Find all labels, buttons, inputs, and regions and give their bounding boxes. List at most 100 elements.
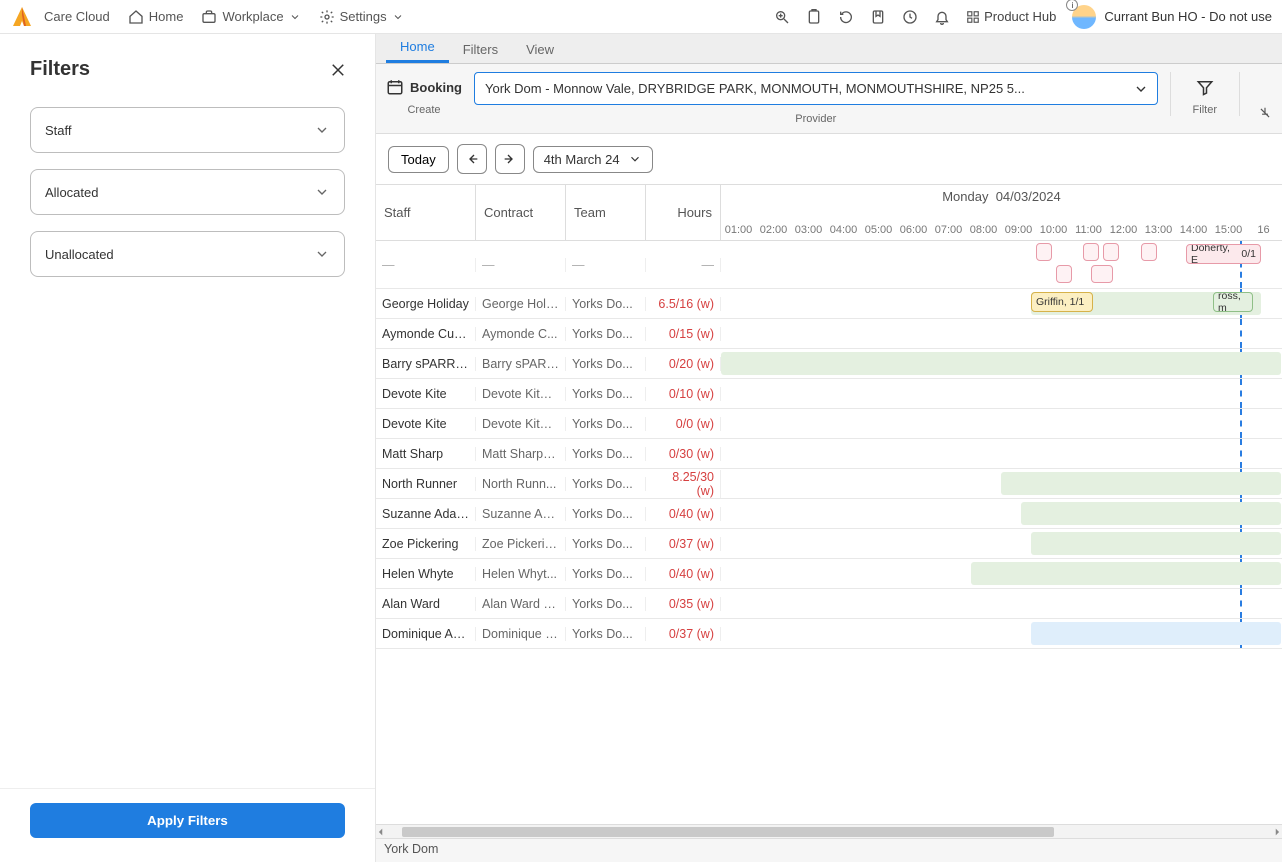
- next-day-button[interactable]: [495, 144, 525, 174]
- col-hours: Hours: [646, 185, 721, 240]
- main-panel: Home Filters View Booking Create York Do…: [376, 34, 1282, 862]
- staff-row[interactable]: Aymonde Cuck... Aymonde C... Yorks Do...…: [376, 319, 1282, 349]
- prev-day-button[interactable]: [457, 144, 487, 174]
- cell-contract: Zoe Pickerin...: [476, 537, 566, 551]
- close-icon[interactable]: [329, 61, 347, 79]
- staff-row[interactable]: Dominique Acre Dominique .... Yorks Do..…: [376, 619, 1282, 649]
- cell-team: Yorks Do...: [566, 327, 646, 341]
- staff-row[interactable]: George Holiday George Holi... Yorks Do..…: [376, 289, 1282, 319]
- cell-hours: 6.5/16 (w): [646, 297, 721, 311]
- apply-filters-button[interactable]: Apply Filters: [30, 803, 345, 838]
- staff-row[interactable]: Zoe Pickering Zoe Pickerin... Yorks Do..…: [376, 529, 1282, 559]
- booking-chip[interactable]: [1141, 243, 1157, 261]
- arrow-left-icon: [464, 151, 480, 167]
- booking-chip-doherty[interactable]: Doherty, E 0/1: [1186, 244, 1261, 264]
- cell-contract: Suzanne Ad...: [476, 507, 566, 521]
- staff-row[interactable]: Alan Ward Alan Ward - ... Yorks Do... 0/…: [376, 589, 1282, 619]
- briefcase-icon: [201, 9, 217, 25]
- cell-contract: Matt Sharp - ...: [476, 447, 566, 461]
- cell-hours: 0/37 (w): [646, 537, 721, 551]
- availability-bar[interactable]: [1031, 622, 1281, 645]
- col-team: Team: [566, 185, 646, 240]
- staff-row[interactable]: North Runner North Runn... Yorks Do... 8…: [376, 469, 1282, 499]
- cell-team: Yorks Do...: [566, 597, 646, 611]
- nav-settings[interactable]: Settings: [319, 9, 404, 25]
- staff-row[interactable]: Devote Kite Devote Kite -... Yorks Do...…: [376, 409, 1282, 439]
- staff-row[interactable]: Devote Kite Devote Kite -... Yorks Do...…: [376, 379, 1282, 409]
- tab-view[interactable]: View: [512, 36, 568, 63]
- cell-staff: Aymonde Cuck...: [376, 327, 476, 341]
- chevron-down-icon: [314, 122, 330, 138]
- cell-staff: Suzanne Adams: [376, 507, 476, 521]
- cell-staff: Dominique Acre: [376, 627, 476, 641]
- scroll-thumb[interactable]: [402, 827, 1054, 837]
- cell-staff: Helen Whyte: [376, 567, 476, 581]
- cell-hours: 0/0 (w): [646, 417, 721, 431]
- zoom-icon[interactable]: [774, 9, 790, 25]
- filter-group-unallocated[interactable]: Unallocated: [30, 231, 345, 277]
- date-picker[interactable]: 4th March 24: [533, 146, 653, 173]
- cell-hours: 0/40 (w): [646, 567, 721, 581]
- cell-hours: 0/37 (w): [646, 627, 721, 641]
- nav-workplace[interactable]: Workplace: [201, 9, 300, 25]
- cell-team: Yorks Do...: [566, 297, 646, 311]
- availability-bar[interactable]: [1021, 502, 1281, 525]
- cell-staff: North Runner: [376, 477, 476, 491]
- availability-bar[interactable]: [971, 562, 1281, 585]
- cell-staff: Matt Sharp: [376, 447, 476, 461]
- staff-row[interactable]: Suzanne Adams Suzanne Ad... Yorks Do... …: [376, 499, 1282, 529]
- horizontal-scrollbar[interactable]: [376, 824, 1282, 838]
- user-name[interactable]: Currant Bun HO - Do not use: [1104, 9, 1272, 24]
- availability-bar[interactable]: [1001, 472, 1281, 495]
- booking-chip[interactable]: Griffin, 1/1: [1031, 292, 1093, 312]
- scroll-left-icon[interactable]: [376, 827, 386, 837]
- bookmark-icon[interactable]: [870, 9, 886, 25]
- booking-chip[interactable]: [1036, 243, 1052, 261]
- cell-hours: 0/40 (w): [646, 507, 721, 521]
- cell-contract: Dominique ....: [476, 627, 566, 641]
- staff-row[interactable]: Barry sPARROW Barry sPARR... Yorks Do...…: [376, 349, 1282, 379]
- history-icon[interactable]: [902, 9, 918, 25]
- availability-bar[interactable]: [1031, 532, 1281, 555]
- booking-chip[interactable]: [1091, 265, 1113, 283]
- staff-row[interactable]: Helen Whyte Helen Whyt... Yorks Do... 0/…: [376, 559, 1282, 589]
- scroll-right-icon[interactable]: [1272, 827, 1282, 837]
- filter-group-staff[interactable]: Staff: [30, 107, 345, 153]
- provider-select[interactable]: York Dom - Monnow Vale, DRYBRIDGE PARK, …: [474, 72, 1158, 105]
- booking-chip[interactable]: [1103, 243, 1119, 261]
- booking-create[interactable]: Booking Create: [386, 72, 462, 116]
- chevron-down-icon: [314, 246, 330, 262]
- top-bar: Care Cloud Home Workplace Settings Produ…: [0, 0, 1282, 34]
- availability-bar[interactable]: [721, 352, 1281, 375]
- booking-chip[interactable]: ross, m: [1213, 292, 1253, 312]
- clipboard-icon[interactable]: [806, 9, 822, 25]
- filter-group-allocated[interactable]: Allocated: [30, 169, 345, 215]
- cell-team: Yorks Do...: [566, 387, 646, 401]
- bell-icon[interactable]: [934, 9, 950, 25]
- tab-filters[interactable]: Filters: [449, 36, 512, 63]
- chevron-down-icon: [628, 152, 642, 166]
- home-icon: [128, 9, 144, 25]
- cell-staff: Barry sPARROW: [376, 357, 476, 371]
- booking-chip[interactable]: [1056, 265, 1072, 283]
- cell-hours: 0/20 (w): [646, 357, 721, 371]
- cell-team: Yorks Do...: [566, 417, 646, 431]
- schedule-body[interactable]: — — — — Doherty, E 0/1: [376, 241, 1282, 824]
- unpin-icon[interactable]: [1258, 106, 1272, 120]
- footer-status: York Dom: [376, 838, 1282, 862]
- app-logo: [10, 5, 34, 29]
- grid-icon: [966, 10, 980, 24]
- date-nav: Today 4th March 24: [376, 134, 1282, 184]
- today-button[interactable]: Today: [388, 146, 449, 173]
- booking-chip[interactable]: [1083, 243, 1099, 261]
- toolbar-filter[interactable]: Filter: [1170, 72, 1240, 116]
- tab-home[interactable]: Home: [386, 33, 449, 63]
- cell-team: Yorks Do...: [566, 537, 646, 551]
- product-hub-link[interactable]: Product Hub: [966, 9, 1056, 24]
- cell-contract: Helen Whyt...: [476, 567, 566, 581]
- nav-home[interactable]: Home: [128, 9, 184, 25]
- staff-row[interactable]: Matt Sharp Matt Sharp - ... Yorks Do... …: [376, 439, 1282, 469]
- chevron-down-icon: [314, 184, 330, 200]
- refresh-icon[interactable]: [838, 9, 854, 25]
- avatar[interactable]: i: [1072, 5, 1096, 29]
